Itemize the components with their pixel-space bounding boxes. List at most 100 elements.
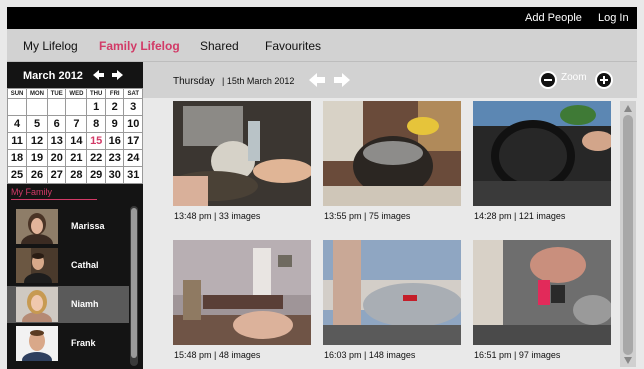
tab-family-lifelog[interactable]: Family Lifelog: [99, 39, 180, 53]
calendar-week: 25 26 27 28 29 30 31: [6, 166, 143, 184]
scrollbar-thumb[interactable]: [131, 208, 137, 358]
calendar-day[interactable]: [46, 98, 67, 116]
calendar-week: 11 12 13 14 15 16 17: [6, 132, 143, 150]
calendar-day[interactable]: 31: [123, 166, 143, 184]
calendar-day[interactable]: 20: [46, 149, 67, 167]
calendar-day[interactable]: 8: [86, 115, 106, 133]
tab-my-lifelog[interactable]: My Lifelog: [23, 39, 78, 53]
calendar-day[interactable]: 24: [123, 149, 143, 167]
zoom-in-icon[interactable]: [595, 71, 613, 89]
avatar: [16, 209, 58, 244]
calendar-day[interactable]: 11: [6, 132, 28, 150]
photo-thumbnail[interactable]: [323, 240, 461, 345]
calendar-day-selected[interactable]: 15: [86, 132, 106, 150]
member-cathal[interactable]: Cathal: [7, 247, 129, 284]
avatar: [16, 287, 58, 322]
photo-caption: 13:55 pm | 75 images: [324, 211, 411, 221]
arrow-left-icon[interactable]: [93, 69, 105, 81]
gallery-scrollbar[interactable]: [620, 101, 636, 367]
member-name: Frank: [71, 338, 96, 348]
previous-day-icon[interactable]: [308, 71, 326, 89]
calendar-day[interactable]: 21: [65, 149, 88, 167]
calendar-day[interactable]: 13: [46, 132, 67, 150]
calendar-day[interactable]: 2: [104, 98, 125, 116]
scroll-down-icon[interactable]: [624, 357, 632, 364]
photo-thumbnail[interactable]: [173, 240, 311, 345]
my-family-label: My Family: [11, 187, 52, 197]
calendar-day[interactable]: 4: [6, 115, 28, 133]
selected-day-name: Thursday: [173, 76, 215, 87]
member-name: Niamh: [71, 299, 99, 309]
calendar-day[interactable]: 7: [65, 115, 88, 133]
member-name: Cathal: [71, 260, 99, 270]
calendar-day[interactable]: 26: [26, 166, 48, 184]
photo-thumbnail[interactable]: [323, 101, 461, 206]
tab-shared[interactable]: Shared: [200, 39, 239, 53]
calendar-day[interactable]: 18: [6, 149, 28, 167]
calendar-day[interactable]: 6: [46, 115, 67, 133]
weekday-label: SUN: [6, 88, 28, 99]
photo-caption: 16:03 pm | 148 images: [324, 350, 416, 360]
calendar-day[interactable]: [26, 98, 48, 116]
calendar-grid: SUN MON TUE WED THU FRI SAT 1 2 3 4 5 6: [6, 88, 143, 184]
calendar-day[interactable]: [6, 98, 28, 116]
calendar-day[interactable]: 9: [104, 115, 125, 133]
scrollbar-thumb[interactable]: [623, 115, 633, 355]
avatar: [16, 248, 58, 283]
photo-caption: 15:48 pm | 48 images: [174, 350, 261, 360]
member-marissa[interactable]: Marissa: [7, 208, 129, 245]
calendar-day[interactable]: 12: [26, 132, 48, 150]
top-bar: Add People Log In: [7, 7, 637, 29]
weekday-label: TUE: [46, 88, 67, 99]
my-family-underline: [11, 199, 97, 200]
date-bar: Thursday | 15th March 2012 Zoom: [143, 62, 637, 98]
calendar-week: 4 5 6 7 8 9 10: [6, 115, 143, 133]
arrow-right-icon[interactable]: [111, 69, 123, 81]
photo-caption: 16:51 pm | 97 images: [474, 350, 561, 360]
weekday-label: MON: [26, 88, 48, 99]
calendar-day[interactable]: 19: [26, 149, 48, 167]
photo-thumbnail[interactable]: [173, 101, 311, 206]
photo-caption: 14:28 pm | 121 images: [474, 211, 566, 221]
calendar-header: March 2012: [7, 62, 143, 88]
weekday-label: THU: [86, 88, 106, 99]
calendar-day[interactable]: [65, 98, 88, 116]
log-in-link[interactable]: Log In: [598, 12, 629, 24]
sidebar: March 2012 SUN MON TUE WED THU FRI SAT 1…: [6, 62, 143, 369]
calendar-day[interactable]: 10: [123, 115, 143, 133]
calendar-week: 1 2 3: [6, 98, 143, 116]
calendar-weekday-row: SUN MON TUE WED THU FRI SAT: [6, 88, 143, 99]
member-frank[interactable]: Frank: [7, 325, 129, 362]
photo-thumbnail[interactable]: [473, 240, 611, 345]
calendar-day[interactable]: 28: [65, 166, 88, 184]
calendar-day[interactable]: 23: [104, 149, 125, 167]
scroll-up-icon[interactable]: [624, 105, 632, 112]
weekday-label: FRI: [104, 88, 125, 99]
calendar-day[interactable]: 3: [123, 98, 143, 116]
tab-favourites[interactable]: Favourites: [265, 39, 321, 53]
calendar-day[interactable]: 27: [46, 166, 67, 184]
calendar-day[interactable]: 1: [86, 98, 106, 116]
calendar-day[interactable]: 25: [6, 166, 28, 184]
zoom-out-icon[interactable]: [539, 71, 557, 89]
calendar-month: March 2012: [23, 70, 83, 82]
tab-bar: My Lifelog Family Lifelog Shared Favouri…: [7, 29, 637, 62]
family-lifelog-app: Add People Log In My Lifelog Family Life…: [0, 0, 644, 369]
calendar-day[interactable]: 17: [123, 132, 143, 150]
calendar-day[interactable]: 30: [104, 166, 125, 184]
calendar-day[interactable]: 16: [104, 132, 125, 150]
add-people-link[interactable]: Add People: [525, 12, 582, 24]
photo-caption: 13:48 pm | 33 images: [174, 211, 261, 221]
avatar: [16, 326, 58, 361]
member-name: Marissa: [71, 221, 105, 231]
weekday-label: SAT: [123, 88, 143, 99]
family-list-scrollbar[interactable]: [130, 206, 138, 366]
calendar-day[interactable]: 5: [26, 115, 48, 133]
calendar-day[interactable]: 14: [65, 132, 88, 150]
weekday-label: WED: [65, 88, 88, 99]
calendar-day[interactable]: 29: [86, 166, 106, 184]
next-day-icon[interactable]: [333, 71, 351, 89]
photo-thumbnail[interactable]: [473, 101, 611, 206]
calendar-day[interactable]: 22: [86, 149, 106, 167]
member-niamh[interactable]: Niamh: [7, 286, 129, 323]
